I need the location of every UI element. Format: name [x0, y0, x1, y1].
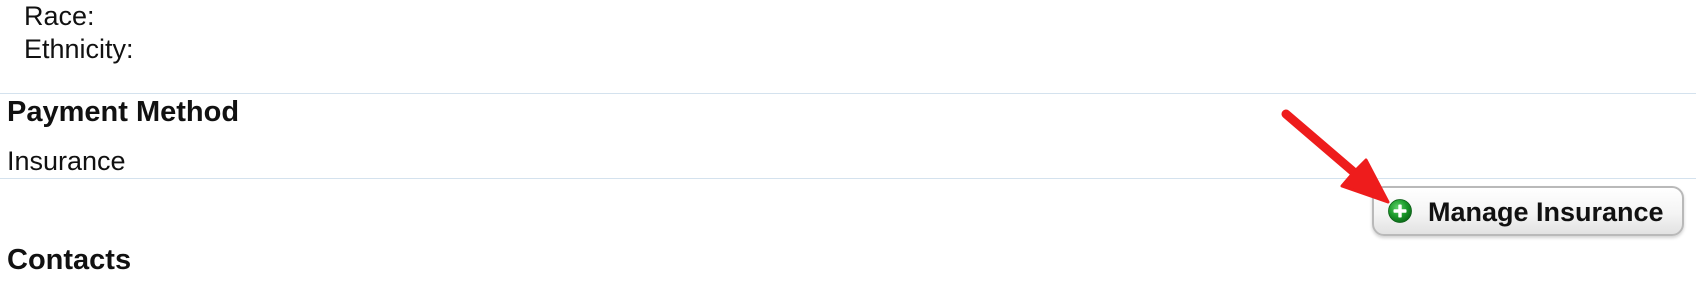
manage-insurance-label: Manage Insurance: [1428, 197, 1664, 227]
payment-method-value: Insurance: [7, 146, 126, 176]
annotation-arrow-icon: [1281, 109, 1390, 204]
manage-insurance-button[interactable]: Manage Insurance: [1372, 186, 1684, 236]
demographics-section: Race: Ethnicity:: [24, 0, 134, 66]
section-divider: [0, 93, 1696, 94]
race-label: Race:: [24, 1, 95, 31]
contacts-heading: Contacts: [7, 244, 132, 276]
payment-method-heading: Payment Method: [7, 96, 240, 128]
section-divider: [0, 178, 1696, 179]
ethnicity-label: Ethnicity:: [24, 34, 134, 64]
